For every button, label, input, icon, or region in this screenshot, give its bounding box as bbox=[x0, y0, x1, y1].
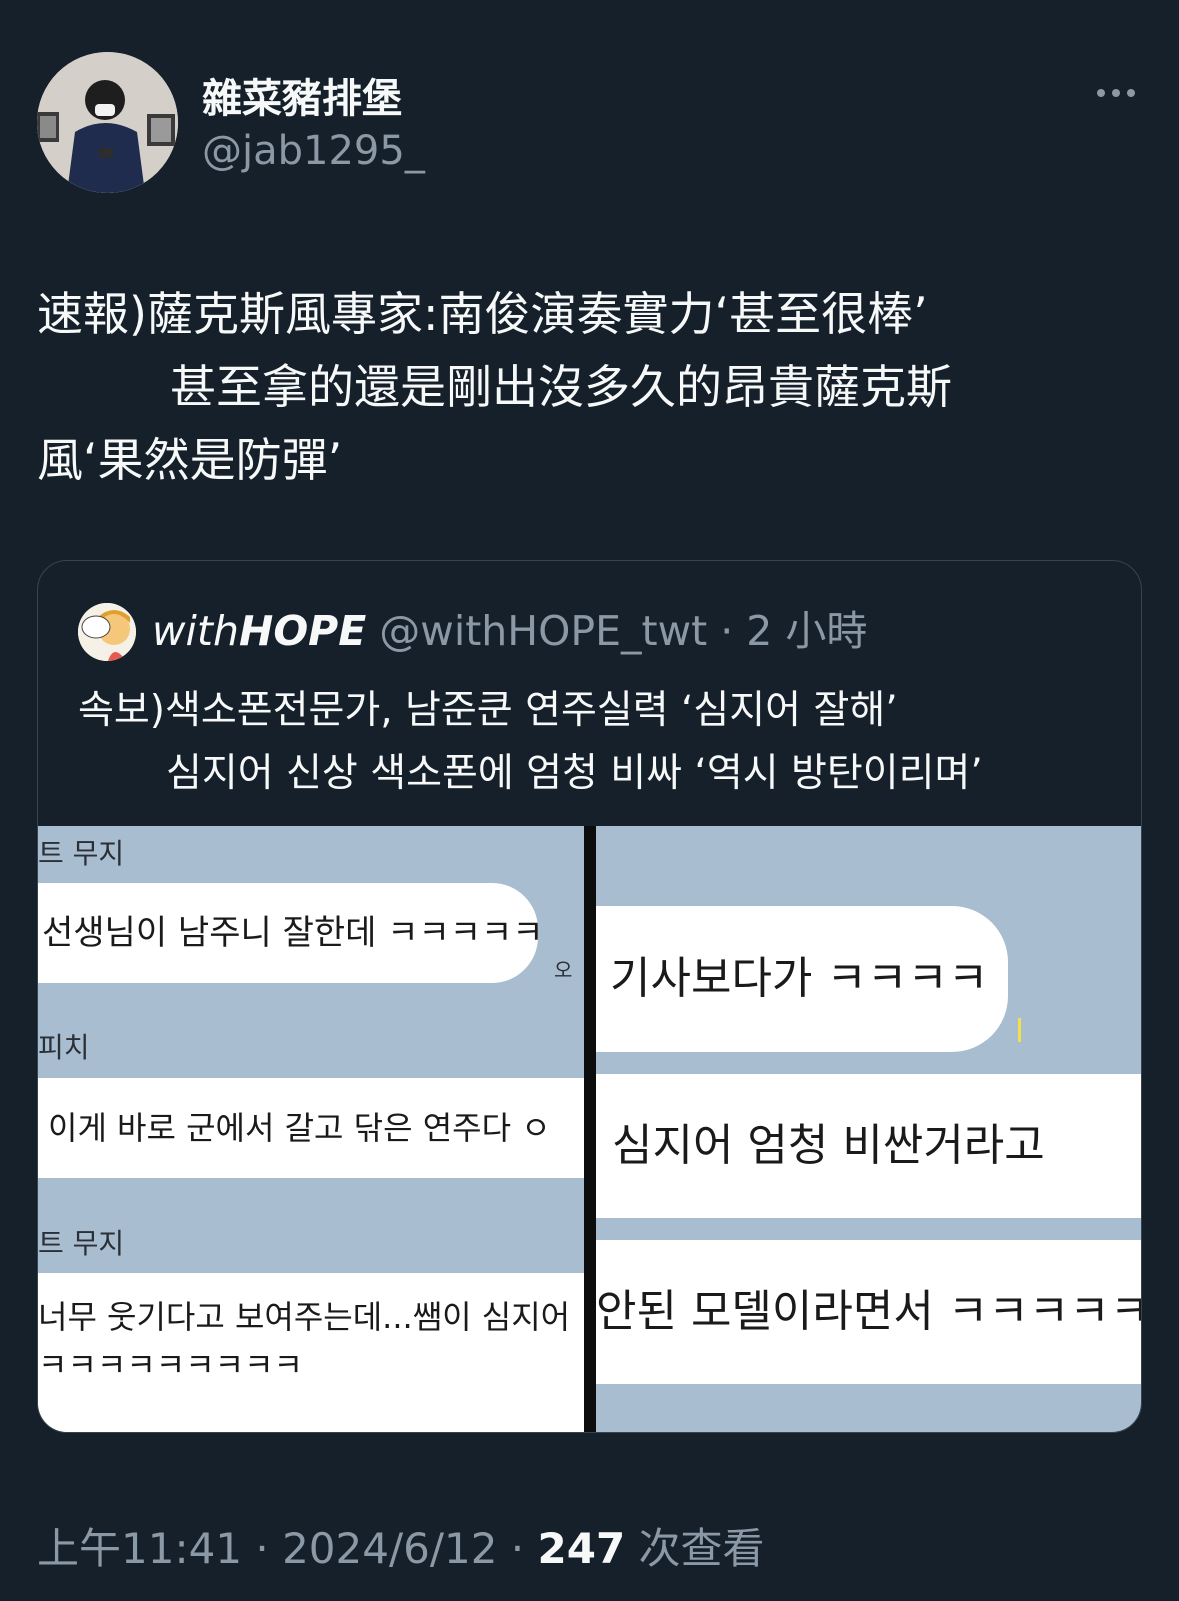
quoted-name-bold: HOPE bbox=[239, 607, 367, 655]
tweet-line-2: 甚至拿的還是剛出沒多久的昂貴薩克斯 bbox=[170, 360, 952, 414]
image-divider bbox=[584, 826, 596, 1432]
cursor-mark bbox=[1018, 1018, 1021, 1042]
quoted-text: 속보)색소폰전문가, 남준쿤 연주실력 ‘심지어 잘해’ 심지어 신상 색소폰에… bbox=[78, 679, 983, 805]
tweet-footer: 上午11:41 · 2024/6/12 · 247 次查看 bbox=[37, 1515, 765, 1576]
avatar[interactable] bbox=[37, 52, 178, 193]
chat-sender-2: 피치 bbox=[38, 1031, 90, 1064]
chat-bubble: 너무 웃기다고 보여주는데...쌤이 심지어 ㅋㅋㅋㅋㅋㅋㅋㅋㅋ bbox=[38, 1273, 584, 1432]
chat-bubble: 심지어 엄청 비싼거라고 bbox=[596, 1074, 1141, 1218]
display-name[interactable]: 雜菜豬排堡 bbox=[202, 66, 402, 124]
quoted-avatar-image bbox=[78, 603, 136, 661]
chat-time: 오 bbox=[554, 958, 573, 982]
tweet-text: 速報)薩克斯風專家:南俊演奏實力‘甚至很棒’ 甚至拿的還是剛出沒多久的昂貴薩克斯… bbox=[37, 278, 1147, 497]
chat-bubble: 선생님이 남주니 잘한데 ㅋㅋㅋㅋㅋ bbox=[38, 883, 538, 983]
tweet-line-3: 風‘果然是防彈’ bbox=[37, 433, 343, 487]
chat-bubble-line-1: 너무 웃기다고 보여주는데...쌤이 심지어 bbox=[38, 1298, 571, 1336]
quoted-header: withHOPE @withHOPE_twt · 2 小時 bbox=[152, 605, 867, 657]
chat-bubble: 안된 모델이라면서 ㅋㅋㅋㅋㅋ bbox=[596, 1240, 1141, 1384]
quoted-tweet[interactable]: withHOPE @withHOPE_twt · 2 小時 속보)색소폰전문가,… bbox=[37, 560, 1142, 1433]
chat-bubble: 기사보다가 ㅋㅋㅋㅋ bbox=[596, 906, 1008, 1052]
chat-bubble: 이게 바로 군에서 갈고 닦은 연주다 ㅇ bbox=[38, 1078, 584, 1178]
chat-sender-1: 트 무지 bbox=[38, 837, 125, 870]
quoted-media[interactable]: 트 무지 선생님이 남주니 잘한데 ㅋㅋㅋㅋㅋ 오 피치 이게 바로 군에서 갈… bbox=[38, 826, 1141, 1432]
quoted-display-name[interactable]: withHOPE bbox=[152, 607, 366, 655]
view-count: 247 bbox=[537, 1524, 626, 1573]
chat-bubble-line-2: ㅋㅋㅋㅋㅋㅋㅋㅋㅋ bbox=[38, 1346, 303, 1384]
quoted-text-line-1: 속보)색소폰전문가, 남준쿤 연주실력 ‘심지어 잘해’ bbox=[78, 688, 898, 733]
quoted-handle-time[interactable]: @withHOPE_twt · 2 小時 bbox=[379, 607, 867, 655]
more-icon bbox=[1097, 89, 1135, 97]
quoted-name-prefix: with bbox=[152, 607, 239, 655]
quoted-avatar[interactable] bbox=[78, 603, 136, 661]
quoted-text-line-2: 심지어 신상 색소폰에 엄청 비싸 ‘역시 방탄이리며’ bbox=[166, 751, 983, 796]
user-handle[interactable]: @jab1295_ bbox=[202, 128, 425, 174]
tweet-datetime[interactable]: 上午11:41 · 2024/6/12 · bbox=[37, 1524, 538, 1573]
avatar-photo bbox=[37, 52, 178, 193]
chat-sender-3: 트 무지 bbox=[38, 1227, 125, 1260]
view-label: 次查看 bbox=[625, 1524, 765, 1573]
tweet-line-1: 速報)薩克斯風專家:南俊演奏實力‘甚至很棒’ bbox=[37, 287, 928, 341]
more-options-button[interactable] bbox=[1086, 70, 1146, 116]
